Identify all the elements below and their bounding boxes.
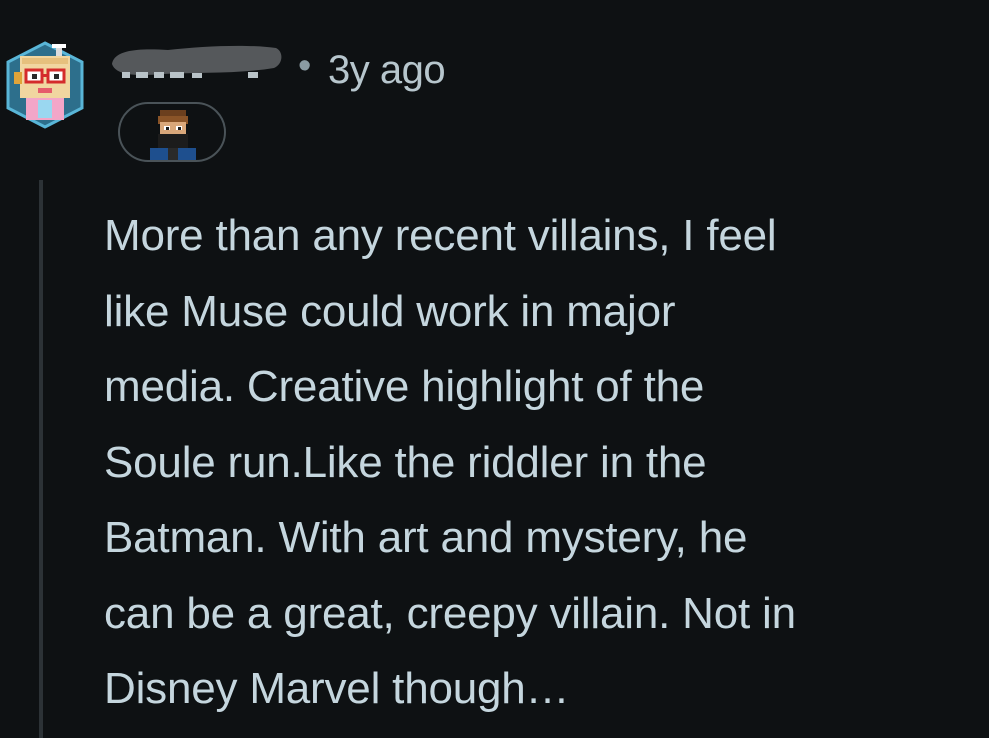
meta-separator: • [298,45,312,87]
pixel-masked-character-icon [150,110,196,160]
comment-body-text: More than any recent villains, I feel li… [104,211,796,713]
username-redacted[interactable] [108,42,284,82]
thread-collapse-line[interactable] [39,180,43,738]
pixel-robot-avatar-icon [6,41,84,129]
user-avatar[interactable] [4,40,86,130]
user-flair[interactable] [118,102,226,162]
comment-card: • 3y ago More than any recent villains, … [0,0,989,738]
comment-timestamp[interactable]: 3y ago [328,48,446,92]
